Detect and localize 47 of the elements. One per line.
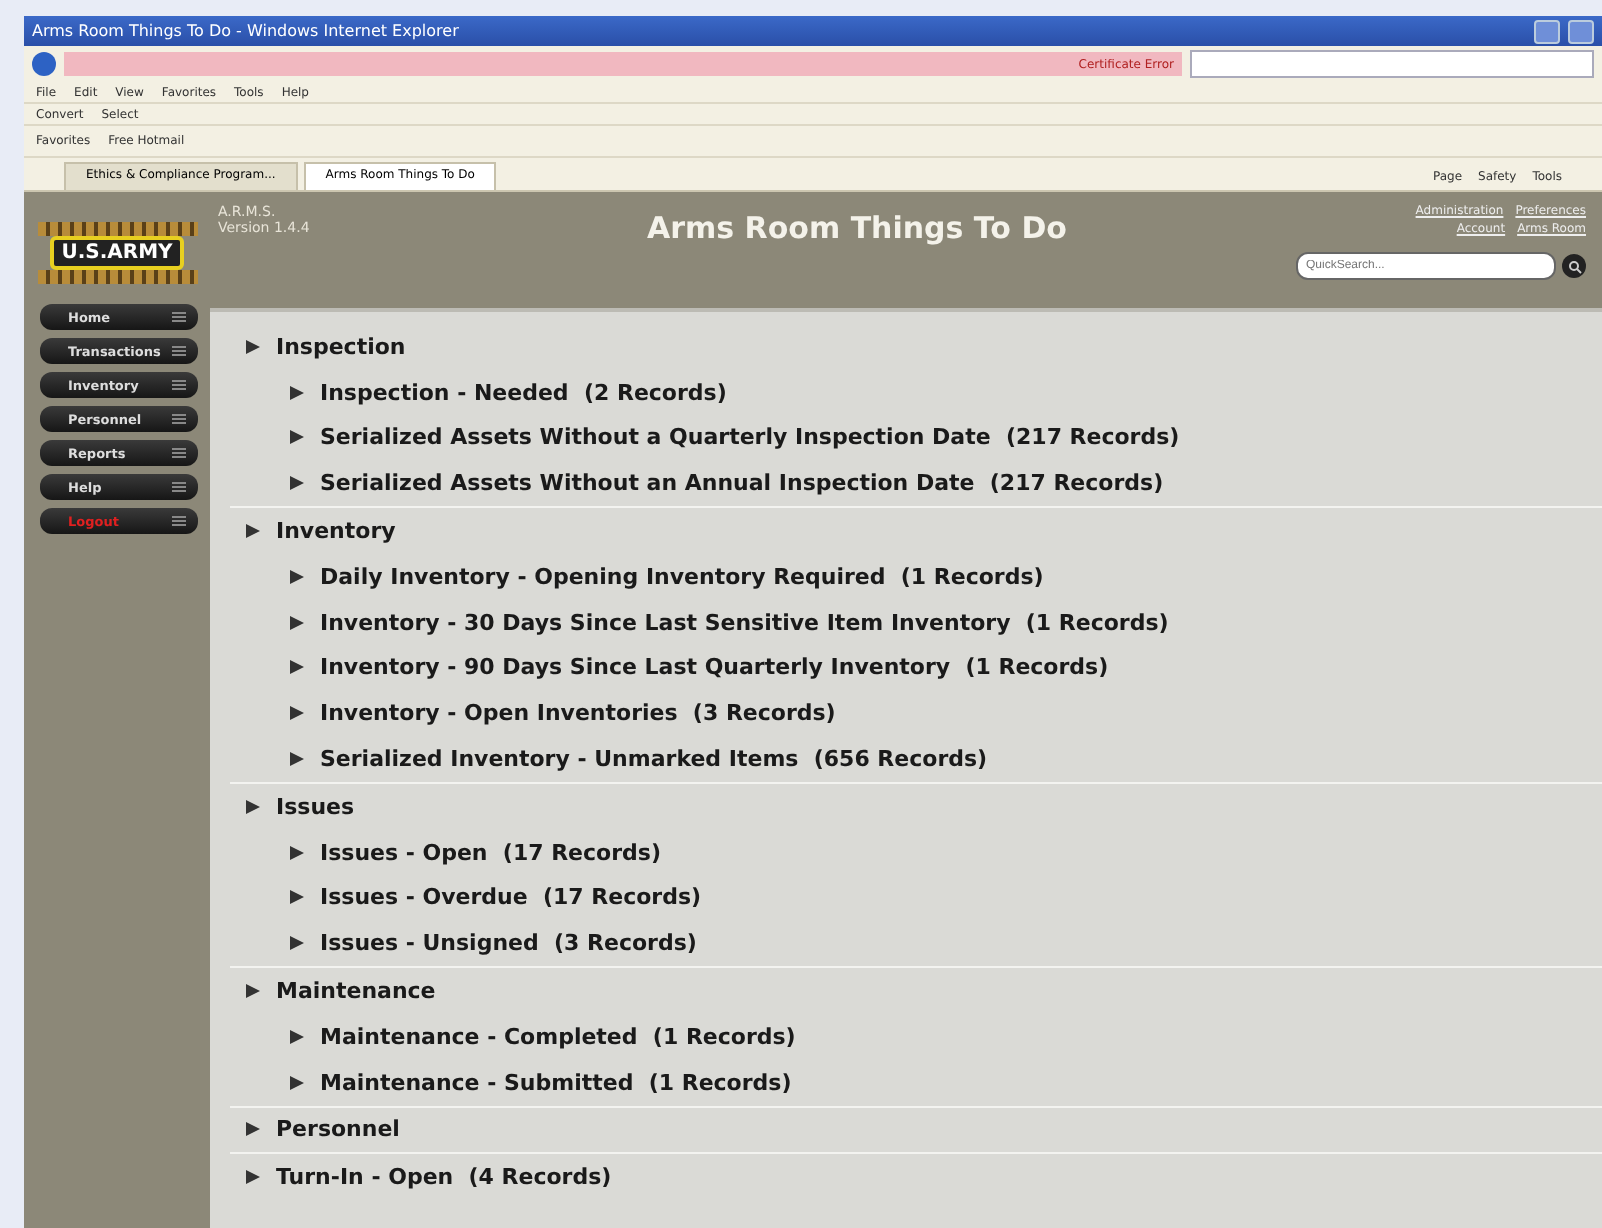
- triangle-icon: [290, 430, 304, 445]
- report-link[interactable]: Inventory - 90 Days Since Last Quarterly Inventory (1 Records): [320, 654, 1109, 681]
- section-heading[interactable]: Inspection: [276, 333, 406, 360]
- triangle-icon: [290, 615, 304, 630]
- triangle-icon: [290, 936, 304, 951]
- triangle-icon: [246, 799, 260, 814]
- report-link[interactable]: Daily Inventory - Opening Inventory Required (1 Records): [320, 563, 1044, 590]
- triangle-icon: [246, 1170, 260, 1185]
- report-link[interactable]: Serialized Inventory - Unmarked Items (656 Records): [320, 746, 988, 773]
- maximize-button[interactable]: [1568, 19, 1594, 43]
- report-link[interactable]: Serialized Assets Without a Quarterly Inspection Date (217 Records): [320, 424, 1180, 451]
- triangle-icon: [246, 1122, 260, 1137]
- report-link[interactable]: Inspection - Needed (2 Records): [320, 379, 727, 406]
- section-heading[interactable]: Inventory: [276, 518, 396, 545]
- triangle-icon: [246, 339, 260, 354]
- report-link[interactable]: Maintenance - Submitted (1 Records): [320, 1069, 792, 1096]
- report-link[interactable]: Serialized Assets Without an Annual Inspection Date (217 Records): [320, 470, 1164, 497]
- triangle-icon: [290, 1029, 304, 1044]
- triangle-icon: [290, 752, 304, 767]
- triangle-icon: [290, 706, 304, 721]
- triangle-icon: [290, 845, 304, 860]
- search-button[interactable]: [1562, 254, 1586, 278]
- search-field[interactable]: [1190, 50, 1594, 78]
- back-button[interactable]: [32, 52, 56, 76]
- section-heading[interactable]: Turn-In - Open (4 Records): [276, 1164, 612, 1191]
- report-link[interactable]: Issues - Open (17 Records): [320, 839, 661, 866]
- report-link[interactable]: Maintenance - Completed (1 Records): [320, 1023, 796, 1050]
- search-icon: [1567, 259, 1581, 273]
- triangle-icon: [246, 524, 260, 539]
- triangle-icon: [246, 984, 260, 999]
- report-link[interactable]: Inventory - 30 Days Since Last Sensitive Item Inventory (1 Records): [320, 609, 1169, 636]
- section-heading[interactable]: Personnel: [276, 1116, 400, 1143]
- triangle-icon: [290, 569, 304, 584]
- triangle-icon: [290, 660, 304, 675]
- section-heading[interactable]: Maintenance: [276, 978, 436, 1005]
- minimize-button[interactable]: [1534, 19, 1560, 43]
- triangle-icon: [290, 1075, 304, 1090]
- window-title: Arms Room Things To Do - Windows Internet Explorer: [32, 22, 461, 40]
- report-link[interactable]: Issues - Unsigned (3 Records): [320, 930, 697, 957]
- page-title: Arms Room Things To Do: [645, 210, 1069, 250]
- report-link[interactable]: Issues - Overdue (17 Records): [320, 884, 702, 911]
- army-logo: U.S.ARMY: [24, 192, 210, 304]
- triangle-icon: [290, 385, 304, 400]
- report-link[interactable]: Inventory - Open Inventories (3 Records): [320, 700, 836, 727]
- triangle-icon: [290, 476, 304, 491]
- section-heading[interactable]: Issues: [276, 793, 355, 820]
- triangle-icon: [290, 890, 304, 905]
